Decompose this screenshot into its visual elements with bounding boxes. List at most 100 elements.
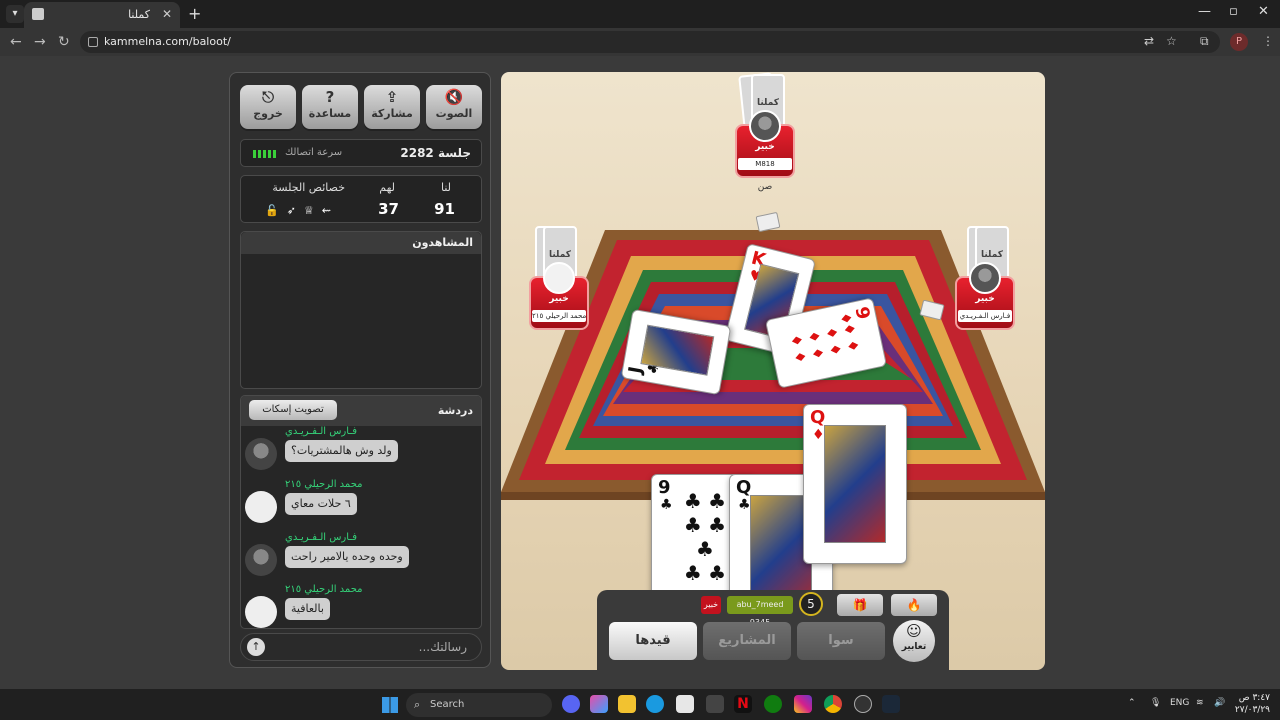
maximize-button[interactable]: ▫	[1229, 4, 1238, 19]
session-number: جلسة 2282	[400, 146, 471, 160]
message-sender: محمد الرحيلي ٢١٥	[285, 584, 363, 595]
bookmark-star-icon[interactable]: ☆	[1166, 34, 1177, 48]
projects-button[interactable]: المشاريع	[703, 622, 791, 660]
volume-icon[interactable]: 🔊	[1214, 698, 1225, 708]
chat-message: فـارس الـفـريـدي وحده وحده يالامير راحت	[245, 532, 477, 584]
discord-icon[interactable]	[562, 695, 580, 713]
score-board: لنا لهم خصائص الجلسة 91 37 🔓➶♕⇜	[240, 175, 482, 223]
chat-header: دردشة تصويت إسكات	[241, 396, 481, 426]
xbox-icon[interactable]	[764, 695, 782, 713]
forward-button[interactable]: →	[34, 34, 46, 50]
taskbar-search-label: Search	[430, 699, 465, 710]
player-avatar	[969, 262, 1001, 294]
language-indicator[interactable]: ENG	[1170, 698, 1189, 708]
fire-button[interactable]: 🔥	[891, 594, 937, 616]
card-suit: ♦	[812, 427, 825, 443]
message-input-placeholder[interactable]: رسالتك...	[419, 640, 467, 654]
message-text: ٦ حلات معاي	[285, 493, 357, 515]
translate-icon[interactable]: ⇄	[1144, 34, 1154, 48]
card-rank: 9	[658, 477, 671, 498]
mute-icon: 🔇	[444, 88, 464, 106]
mute-vote-button[interactable]: تصويت إسكات	[249, 400, 337, 420]
tab-title: كملنا	[128, 8, 150, 21]
taskbar-search[interactable]: ⌕ Search	[406, 693, 552, 717]
chat-panel: دردشة تصويت إسكات فـارس الـفـريـدي ولد و…	[240, 395, 482, 629]
rocket-icon: ➶	[286, 204, 304, 217]
steam-icon[interactable]	[882, 695, 900, 713]
active-tab[interactable]: كملنا ✕	[24, 2, 180, 28]
sound-button[interactable]: 🔇 الصوت	[426, 85, 482, 129]
sender-avatar	[245, 491, 277, 523]
exit-door-icon: ⎋	[262, 88, 274, 106]
tab-list-button[interactable]: ▾	[6, 5, 24, 23]
help-icon: ?	[325, 88, 335, 106]
instagram-icon[interactable]	[794, 695, 812, 713]
watchers-title: المشاهدون	[241, 232, 481, 254]
store-icon[interactable]	[676, 695, 694, 713]
sender-avatar	[245, 596, 277, 628]
clock-time: ٣:٤٧ ص	[1238, 693, 1270, 703]
card-suit: ♣	[738, 497, 751, 513]
app-icon[interactable]	[706, 695, 724, 713]
smiley-icon: ☺	[906, 622, 922, 640]
message-sender: فـارس الـفـريـدي	[285, 426, 358, 437]
share-button[interactable]: ⇪ مشاركة	[364, 85, 420, 129]
player-level: خبير	[975, 294, 995, 304]
hand-card-selected[interactable]: Q ♦	[803, 404, 907, 564]
help-button[interactable]: ? مساعدة	[302, 85, 358, 129]
close-window-button[interactable]: ✕	[1258, 4, 1269, 19]
wifi-icon[interactable]: ≋	[1196, 698, 1204, 708]
exit-button[interactable]: ⎋ خروج	[240, 85, 296, 129]
file-explorer-icon[interactable]	[618, 695, 636, 713]
trophy-icon: ♕	[303, 204, 322, 217]
sender-avatar	[245, 438, 277, 470]
send-arrow-icon[interactable]: ↑	[247, 638, 265, 656]
sawa-button[interactable]: سوا	[797, 622, 885, 660]
emotes-button[interactable]: ☺ تعابير	[893, 620, 935, 662]
chat-composer[interactable]: ↑ رسالتك...	[240, 633, 482, 661]
message-text: ولد وش هالمشتريات؟	[285, 440, 398, 462]
player-bid: صن	[757, 182, 773, 192]
app-icon[interactable]	[854, 695, 872, 713]
extensions-icon[interactable]: ⧉	[1200, 34, 1209, 49]
edge-icon[interactable]	[646, 695, 664, 713]
connection-speed-label: سرعة اتصالك	[285, 147, 343, 158]
chat-title: دردشة	[437, 404, 473, 417]
us-label: لنا	[440, 181, 451, 194]
message-text: وحده وحده يالامير راحت	[285, 546, 409, 568]
copilot-icon[interactable]	[590, 695, 608, 713]
player-name: محمد الرحيلي ٢١٥	[532, 310, 586, 322]
site-info-icon[interactable]	[88, 37, 98, 47]
session-bar: سرعة اتصالك جلسة 2282	[240, 139, 482, 167]
microphone-icon[interactable]: 🎙	[1150, 698, 1161, 708]
netflix-icon[interactable]: N	[734, 695, 752, 713]
game-board: كملنا خبير M818 صن كملنا خبير محمد الرحي…	[501, 72, 1045, 670]
share-icon: ⇪	[385, 88, 399, 106]
share-button-label: مشاركة	[371, 107, 413, 120]
gift-button[interactable]: 🎁	[837, 594, 883, 616]
watchers-panel: المشاهدون	[240, 231, 482, 389]
tab-bar: ▾ كملنا ✕ + — ▫ ✕	[0, 0, 1280, 28]
record-button[interactable]: قيدها	[609, 622, 697, 660]
player-name: فـارس الـفـريـدي	[958, 310, 1012, 322]
help-button-label: مساعدة	[308, 107, 352, 120]
face-card-art	[824, 425, 886, 543]
search-icon: ⌕	[414, 698, 421, 711]
tray-chevron-icon[interactable]: ⌃	[1128, 698, 1136, 708]
reload-button[interactable]: ↻	[58, 34, 70, 50]
chrome-icon[interactable]	[824, 695, 842, 713]
chat-message: محمد الرحيلي ٢١٥ بالعافية	[245, 584, 477, 628]
windows-start-icon[interactable]	[382, 697, 398, 713]
exit-button-label: خروج	[253, 107, 283, 120]
profile-avatar[interactable]: P	[1230, 33, 1248, 51]
minimize-button[interactable]: —	[1198, 4, 1211, 19]
new-tab-button[interactable]: +	[188, 4, 201, 23]
taskbar-clock[interactable]: ٣:٤٧ ص ٢٧/٠٣/٢٩	[1235, 692, 1270, 716]
url-field[interactable]: kammelna.com/baloot/	[80, 31, 1220, 53]
back-button[interactable]: ←	[10, 34, 22, 50]
round-number: 5	[799, 592, 823, 616]
close-tab-icon[interactable]: ✕	[162, 7, 172, 21]
browser-menu-icon[interactable]: ⋮	[1262, 34, 1274, 48]
card-rank: J	[624, 364, 647, 376]
player-avatar	[749, 110, 781, 142]
